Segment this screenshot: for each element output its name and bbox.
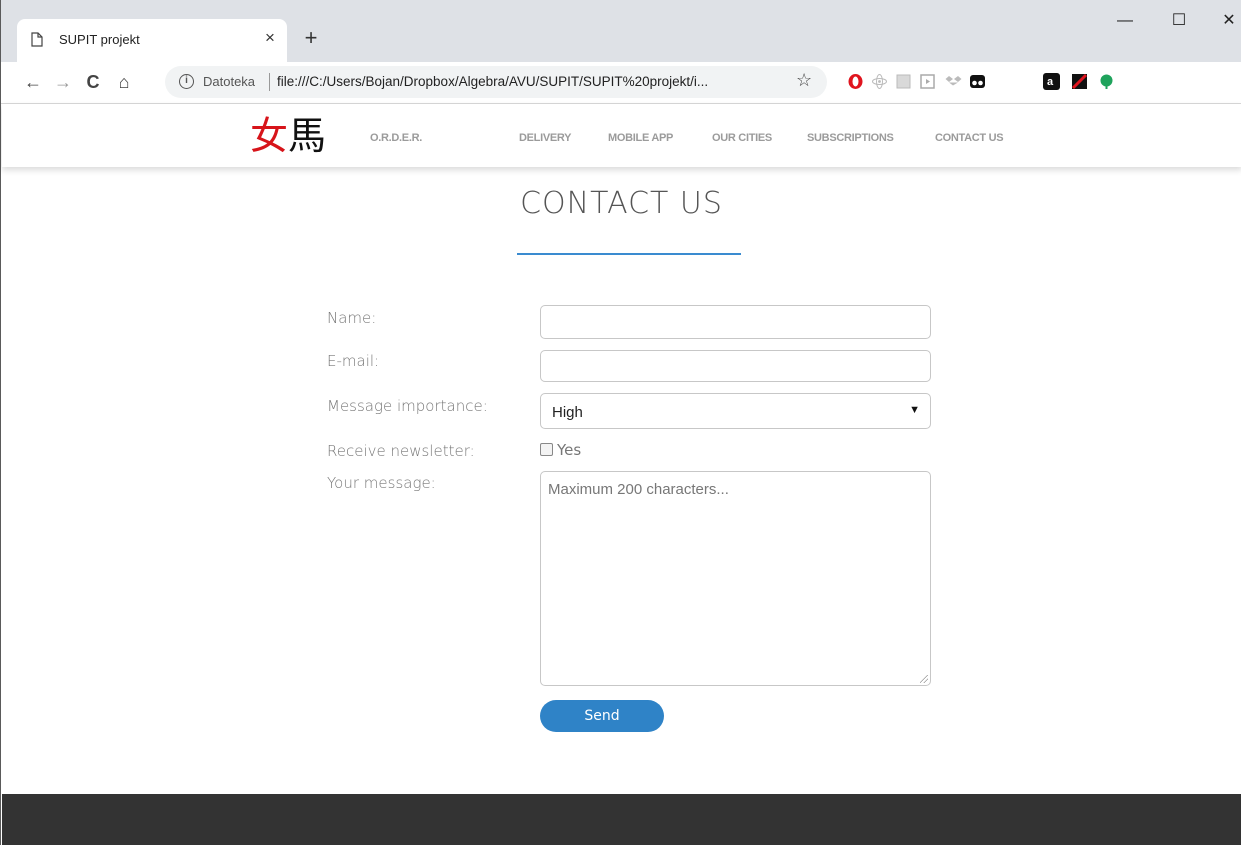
- nav-delivery[interactable]: DELIVERY: [519, 132, 572, 144]
- forward-arrow-icon[interactable]: →: [51, 70, 75, 94]
- site-footer: [2, 794, 1241, 845]
- message-label: Your message:: [327, 474, 436, 492]
- logo-part-1: 女: [250, 114, 289, 158]
- message-placeholder: Maximum 200 characters...: [548, 481, 729, 498]
- new-tab-button[interactable]: +: [299, 25, 323, 51]
- react-extension-icon[interactable]: [871, 73, 888, 90]
- tab-bar: SUPIT projekt × + — ☐ ✕: [1, 0, 1241, 62]
- logo-part-2: 馬: [288, 114, 327, 158]
- email-label: E-mail:: [327, 352, 380, 370]
- nav-order[interactable]: O.R.D.E.R.: [370, 132, 422, 144]
- back-arrow-icon[interactable]: ←: [21, 70, 45, 94]
- nav-subscriptions[interactable]: SUBSCRIPTIONS: [807, 132, 894, 144]
- blocker-extension-icon[interactable]: [1071, 73, 1088, 90]
- security-label: Datoteka: [203, 74, 256, 89]
- importance-label: Message importance:: [327, 397, 488, 415]
- message-textarea[interactable]: Maximum 200 characters...: [540, 471, 931, 686]
- nav-our-cities[interactable]: OUR CITIES: [712, 132, 772, 144]
- browser-toolbar: ← → C ⌂ i Datoteka file:///C:/Users/Boja…: [1, 62, 1241, 155]
- amazon-extension-icon[interactable]: a: [1043, 73, 1060, 90]
- tampermonkey-extension-icon[interactable]: [969, 73, 986, 90]
- svg-text:a: a: [1047, 76, 1054, 88]
- name-input[interactable]: [540, 305, 931, 339]
- tab-title: SUPIT projekt: [59, 32, 140, 47]
- home-icon[interactable]: ⌂: [112, 70, 136, 94]
- browser-window: SUPIT projekt × + — ☐ ✕ ← → C ⌂ i Datote…: [0, 0, 1241, 845]
- maximize-icon[interactable]: ☐: [1167, 10, 1191, 32]
- tab-supit-projekt[interactable]: SUPIT projekt ×: [17, 19, 287, 62]
- bookmark-star-icon[interactable]: ☆: [796, 70, 812, 91]
- opera-extension-icon[interactable]: [847, 73, 864, 90]
- dropbox-extension-icon[interactable]: [945, 73, 962, 90]
- importance-select[interactable]: High ▼: [540, 393, 931, 429]
- email-input[interactable]: [540, 350, 931, 382]
- close-window-icon[interactable]: ✕: [1217, 10, 1241, 32]
- address-separator: [269, 73, 270, 91]
- grid-extension-icon[interactable]: [895, 73, 912, 90]
- nav-contact-us[interactable]: CONTACT US: [935, 132, 1004, 144]
- address-bar[interactable]: i Datoteka file:///C:/Users/Bojan/Dropbo…: [165, 66, 827, 98]
- evernote-extension-icon[interactable]: [1098, 73, 1115, 90]
- page-icon: [31, 32, 43, 47]
- logo[interactable]: 女馬: [250, 114, 326, 158]
- resize-handle[interactable]: [920, 675, 928, 683]
- title-underline: [517, 253, 741, 255]
- reload-icon[interactable]: C: [81, 70, 105, 94]
- site-header: 女馬 O.R.D.E.R. DELIVERY MOBILE APP OUR CI…: [2, 104, 1241, 167]
- url-text[interactable]: file:///C:/Users/Bojan/Dropbox/Algebra/A…: [277, 74, 708, 89]
- minimize-icon[interactable]: —: [1113, 10, 1137, 32]
- dropdown-arrow-icon: ▼: [909, 404, 920, 416]
- nav-mobile-app[interactable]: MOBILE APP: [608, 132, 673, 144]
- name-label: Name:: [327, 309, 377, 327]
- newsletter-label: Receive newsletter:: [327, 442, 475, 460]
- screen-extension-icon[interactable]: [919, 73, 936, 90]
- close-tab-icon[interactable]: ×: [261, 28, 279, 48]
- newsletter-option-label[interactable]: Yes: [557, 441, 581, 459]
- newsletter-checkbox[interactable]: [540, 443, 553, 456]
- page-title: CONTACT US: [520, 186, 723, 221]
- info-icon[interactable]: i: [179, 74, 194, 89]
- importance-selected-value: High: [552, 404, 583, 421]
- send-button[interactable]: Send: [540, 700, 664, 732]
